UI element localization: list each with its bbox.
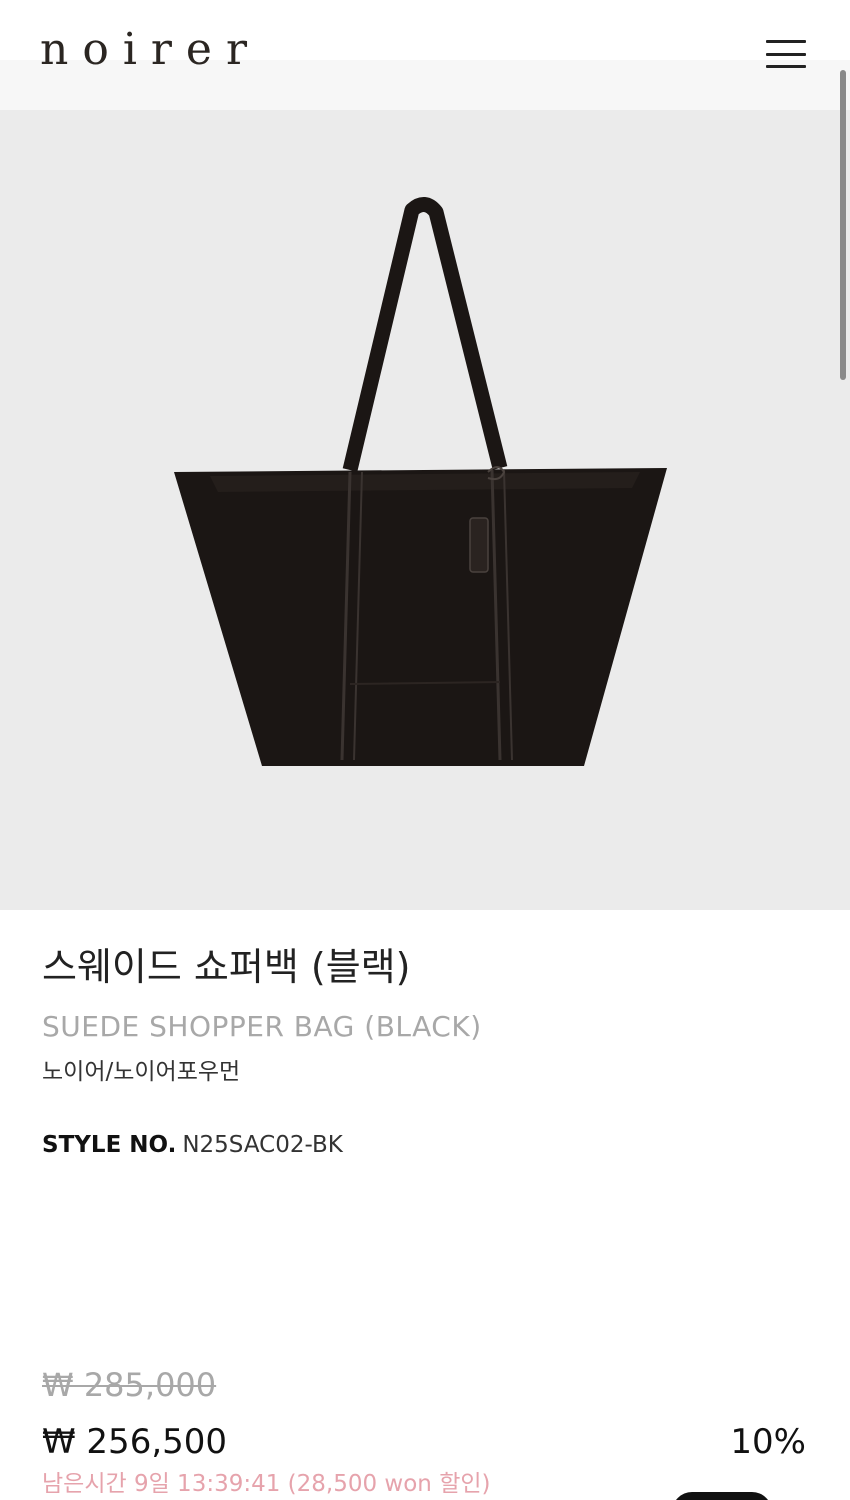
sale-price: ₩ 256,500 bbox=[42, 1422, 228, 1462]
style-number-value: N25SAC02-BK bbox=[182, 1132, 343, 1158]
style-number-row: STYLE NO. N25SAC02-BK bbox=[42, 1132, 343, 1158]
brand-logo[interactable]: noirer bbox=[40, 28, 261, 72]
floating-action-button[interactable] bbox=[672, 1492, 772, 1500]
bag-handle-left bbox=[342, 197, 508, 472]
brand-name[interactable]: 노이어/노이어포우먼 bbox=[42, 1052, 240, 1086]
discount-rate: 10% bbox=[730, 1422, 806, 1462]
tote-bag-illustration bbox=[174, 197, 667, 766]
scrollbar-thumb[interactable] bbox=[840, 70, 846, 380]
site-header: noirer bbox=[0, 0, 850, 110]
product-image[interactable] bbox=[0, 110, 850, 910]
original-price: ₩ 285,000 bbox=[42, 1366, 217, 1404]
menu-line bbox=[766, 65, 806, 68]
bag-body bbox=[174, 468, 667, 766]
hamburger-menu-icon[interactable] bbox=[766, 40, 808, 68]
bag-hang-tag bbox=[469, 517, 489, 573]
product-name-korean: 스웨이드 쇼퍼백 (블랙) bbox=[42, 945, 411, 989]
sale-countdown: 남은시간 9일 13:39:41 (28,500 won 할인) bbox=[42, 1471, 491, 1497]
product-detail-page: noirer 스웨이드 쇼퍼백 (블랙) SUEDE SHOPPER BAG (… bbox=[0, 0, 850, 1500]
product-name-english: SUEDE SHOPPER BAG (BLACK) bbox=[42, 1010, 482, 1043]
scrollbar[interactable] bbox=[840, 70, 846, 390]
menu-line bbox=[766, 40, 806, 43]
menu-line bbox=[766, 52, 806, 56]
style-number-label: STYLE NO. bbox=[42, 1132, 177, 1158]
